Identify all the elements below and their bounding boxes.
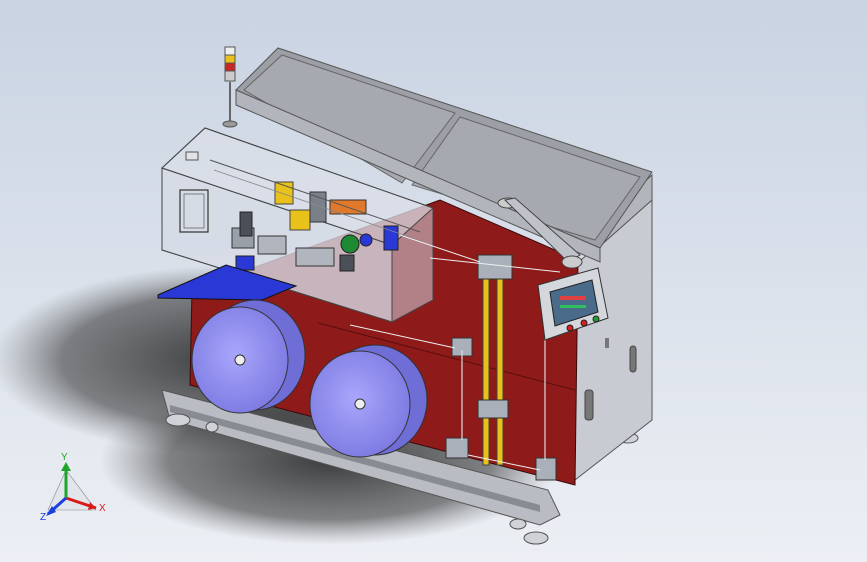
z-axis-label: Z [40,512,46,523]
x-axis-label: X [99,503,106,514]
y-axis-label: Y [61,452,68,463]
cad-viewport[interactable]: X Y Z [0,0,867,562]
machine-model-scene[interactable]: X Y Z [0,0,867,562]
